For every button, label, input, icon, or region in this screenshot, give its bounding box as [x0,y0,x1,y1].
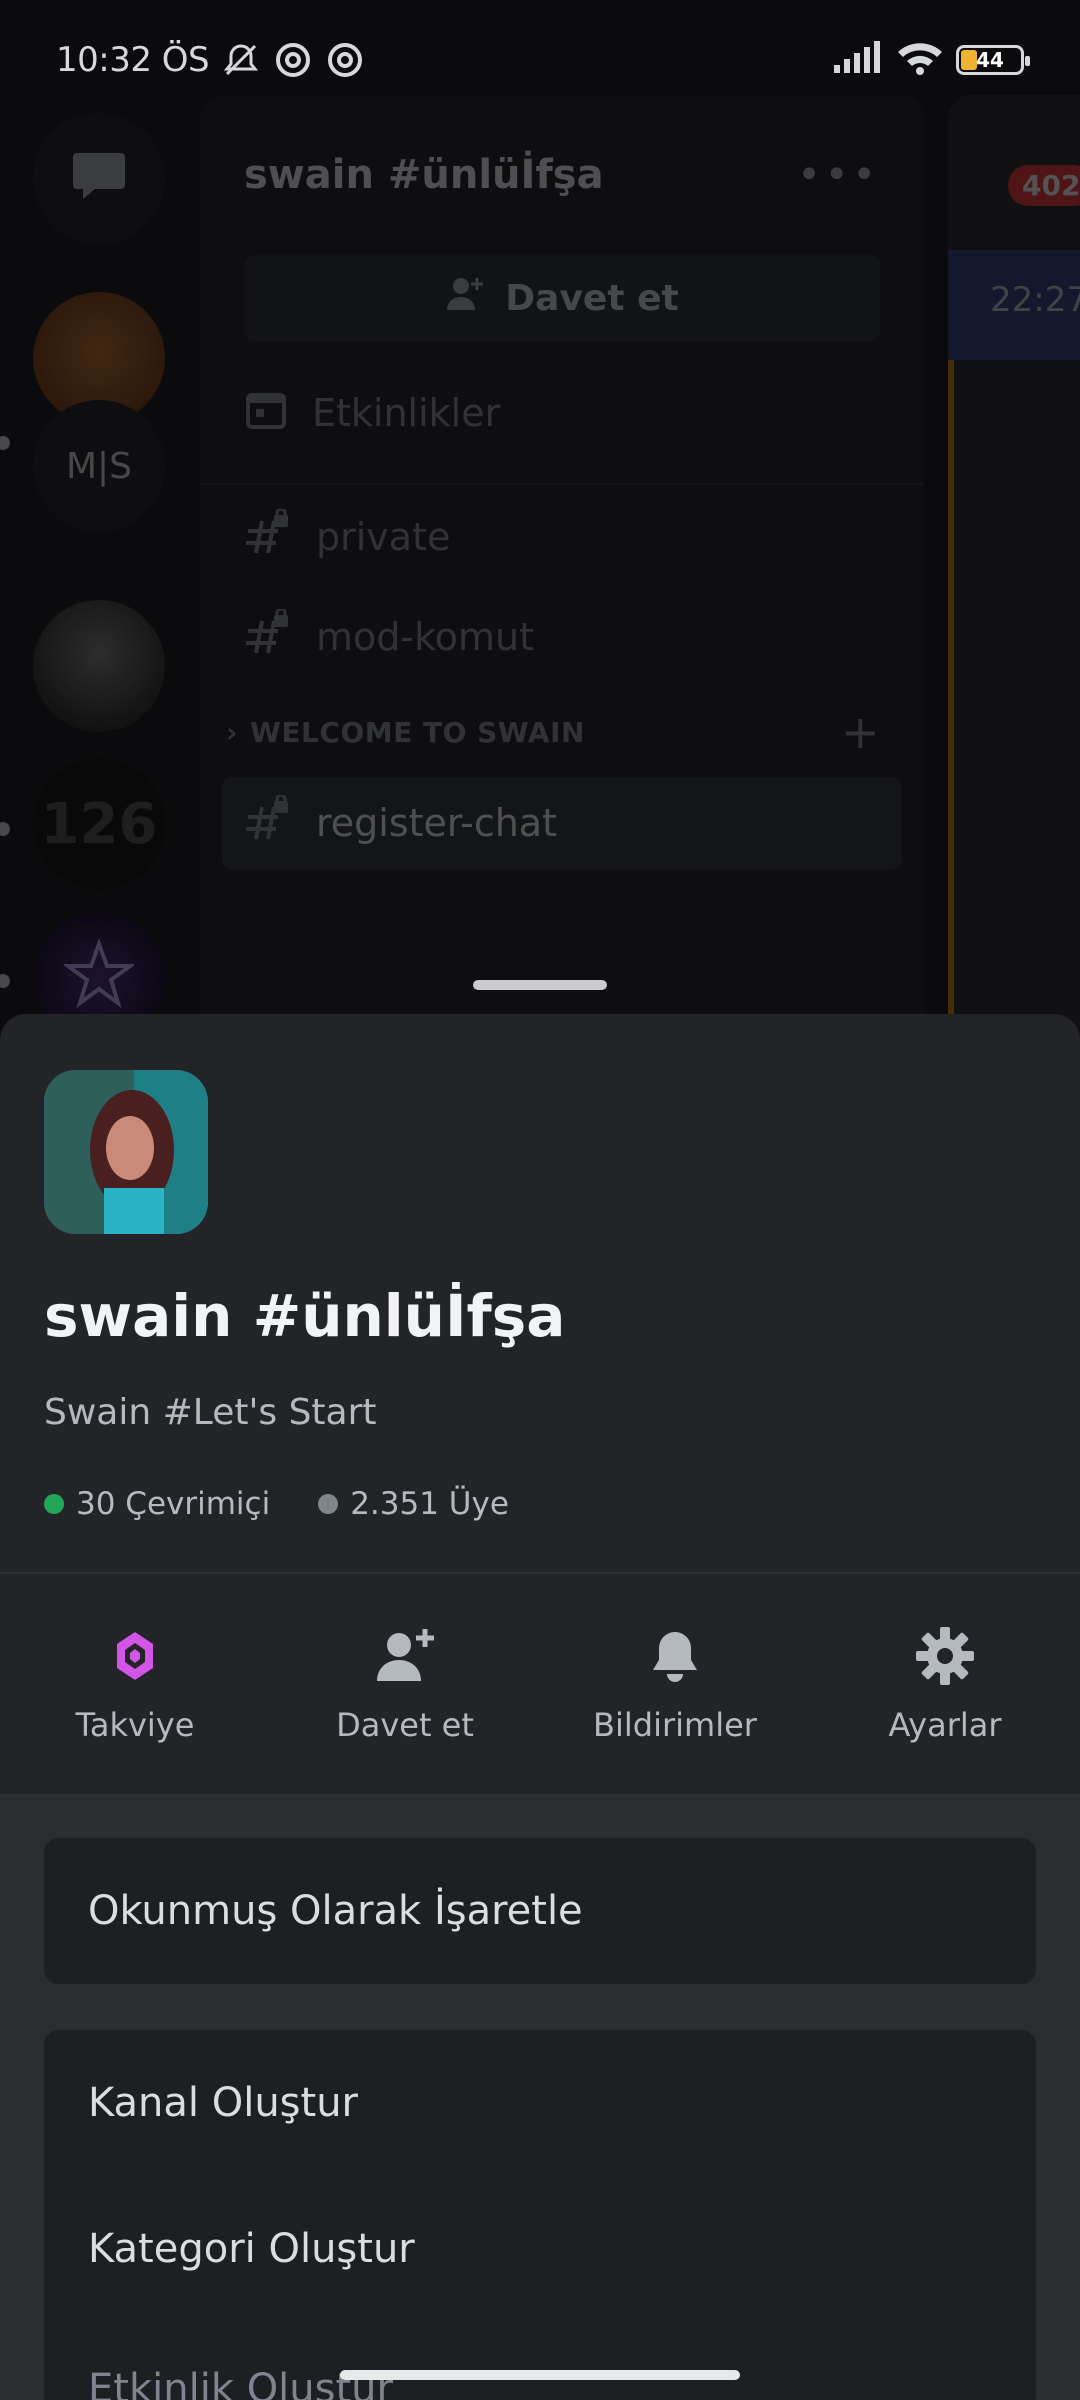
swirl-icon [273,40,313,80]
create-channel-item[interactable]: Kanal Oluştur [44,2030,1036,2176]
screen: M|S 126 swain #ünlüİfşa ••• Davet et Etk… [0,0,1080,2400]
bell-off-icon [221,40,261,80]
create-event-item[interactable]: Etkinlik Oluştur [44,2322,1036,2400]
mark-as-read-item[interactable]: Okunmuş Olarak İşaretle [44,1838,1036,1984]
boost-icon [103,1624,167,1688]
action-row: Takviye Davet et Bildirimler Ayarlar [0,1574,1080,1794]
settings-label: Ayarlar [888,1706,1002,1744]
bell-icon [643,1624,707,1688]
status-time: 10:32 ÖS [56,40,210,80]
invite-action-button[interactable]: Davet et [270,1574,540,1794]
sheet-drag-handle[interactable] [473,980,607,990]
menu-area: Okunmuş Olarak İşaretle Kanal Oluştur Ka… [0,1794,1080,2400]
notifications-button[interactable]: Bildirimler [540,1574,810,1794]
server-avatar [44,1070,208,1234]
menu-card-read: Okunmuş Olarak İşaretle [44,1838,1036,1984]
gear-icon [913,1624,977,1688]
server-stats: 30 Çevrimiçi 2.351 Üye [44,1486,509,1522]
settings-button[interactable]: Ayarlar [810,1574,1080,1794]
status-bar: 10:32 ÖS 44 [0,0,1080,120]
invite-action-label: Davet et [336,1706,474,1744]
members-label: 2.351 Üye [350,1486,509,1522]
wifi-icon [896,40,944,80]
battery-icon: 44 [956,45,1030,75]
members-dot [318,1494,339,1514]
notifications-label: Bildirimler [593,1706,757,1744]
create-category-item[interactable]: Kategori Oluştur [44,2176,1036,2322]
member-count: 2.351 Üye [318,1486,509,1522]
server-bottom-sheet: swain #ünlüİfşa Swain #Let's Start 30 Çe… [0,1014,1080,2400]
online-count: 30 Çevrimiçi [44,1486,270,1522]
server-name: swain #ünlüİfşa [44,1282,566,1350]
online-dot [44,1494,64,1514]
server-description: Swain #Let's Start [44,1392,377,1433]
add-user-icon [373,1624,437,1688]
menu-card-create: Kanal Oluştur Kategori Oluştur Etkinlik … [44,2030,1036,2400]
battery-level: 44 [976,48,1004,72]
boost-button[interactable]: Takviye [0,1574,270,1794]
swirl-icon [325,40,365,80]
signal-icon [832,41,884,79]
boost-label: Takviye [75,1706,195,1744]
home-indicator[interactable] [340,2370,740,2380]
online-label: 30 Çevrimiçi [76,1486,271,1522]
